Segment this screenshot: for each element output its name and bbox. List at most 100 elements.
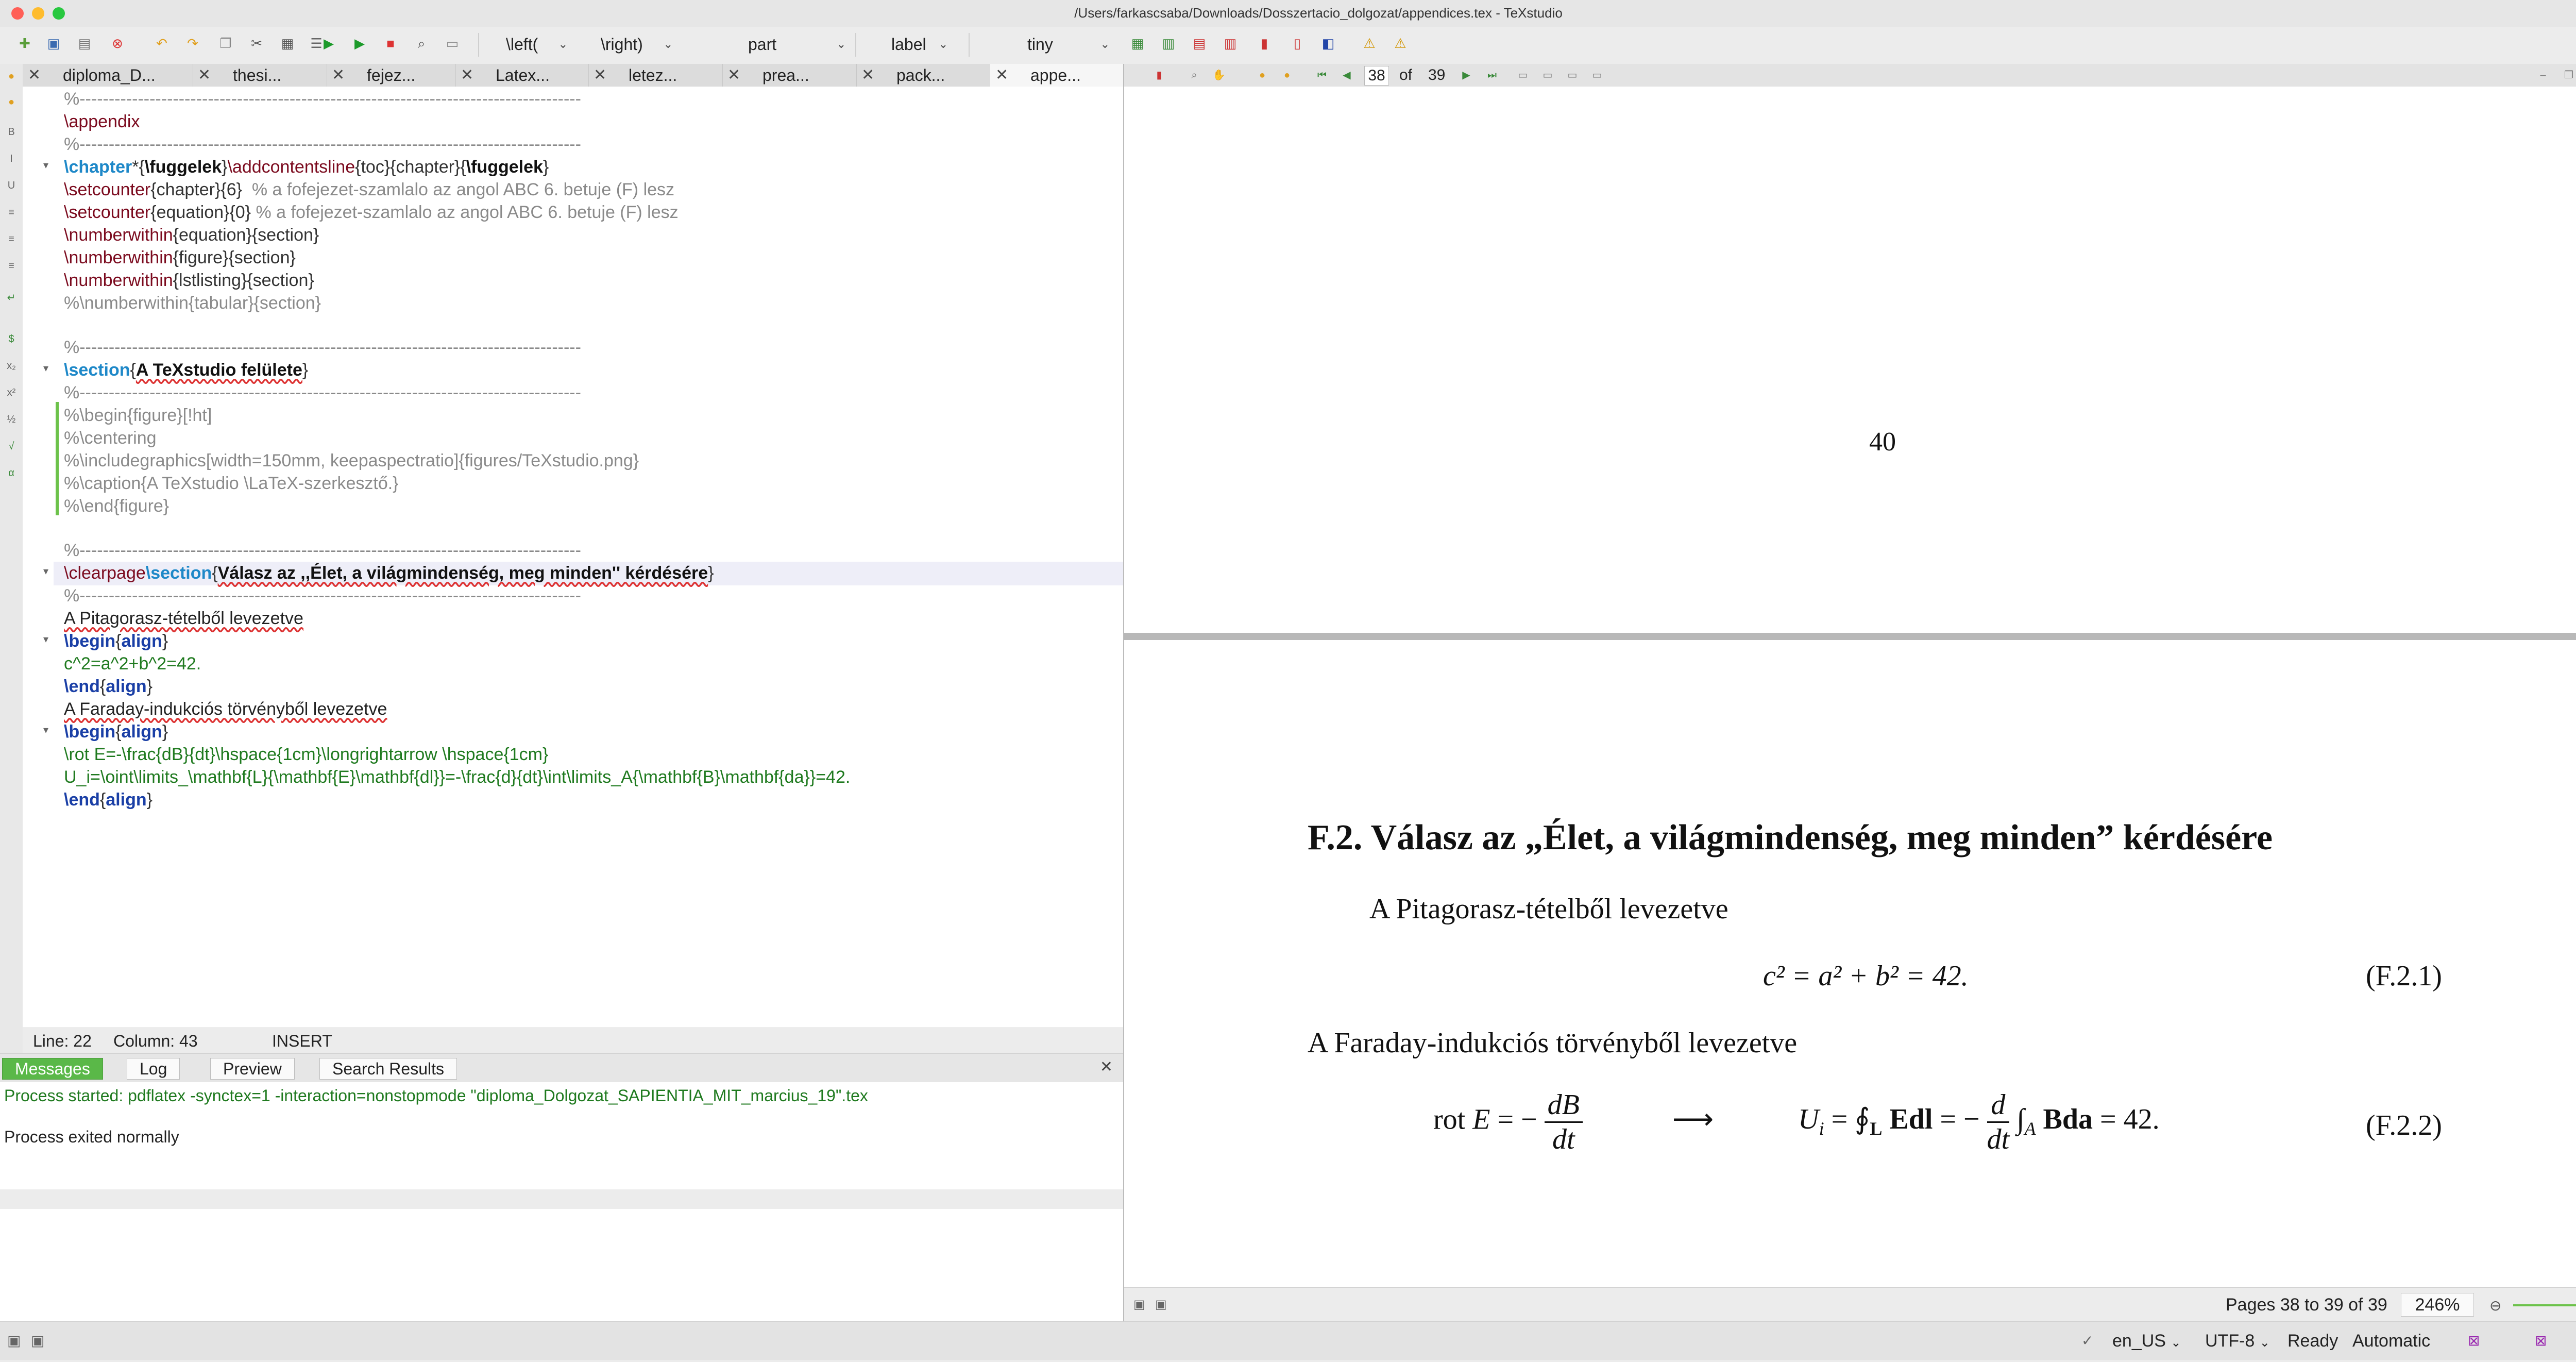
close-tab-icon[interactable]: ✕ <box>198 64 211 87</box>
remove-row-icon[interactable]: ▤ <box>1190 34 1209 53</box>
close-file-icon[interactable]: ⊗ <box>108 34 127 53</box>
tab-packages[interactable]: ✕ pack... <box>856 64 991 87</box>
spellcheck-icon[interactable]: ✓ <box>2081 1322 2093 1360</box>
align-center-icon[interactable]: ≡ <box>4 232 19 246</box>
fraction-icon[interactable]: ½ <box>4 412 19 427</box>
preview-sync-icon[interactable]: ⊠ <box>2535 1322 2547 1360</box>
close-tab-icon[interactable]: ✕ <box>461 64 473 87</box>
close-tab-icon[interactable]: ✕ <box>727 64 740 87</box>
math-mode-icon[interactable]: $ <box>4 332 19 346</box>
newline-icon[interactable]: ↵ <box>4 291 19 305</box>
code-editor[interactable]: %---------------------------------------… <box>23 87 1123 1028</box>
tab-preamble[interactable]: ✕ prea... <box>722 64 857 87</box>
fold-arrow-icon[interactable]: ▾ <box>43 633 54 646</box>
align-right-icon[interactable]: ≡ <box>4 259 19 273</box>
sync-back-icon[interactable]: ▣ <box>1155 1297 1167 1312</box>
tab-log[interactable]: Log <box>127 1058 180 1080</box>
fold-arrow-icon[interactable]: ▾ <box>43 362 54 375</box>
tab-messages[interactable]: Messages <box>2 1058 103 1080</box>
first-page-icon[interactable]: ⏮ <box>1315 68 1329 82</box>
remove-column-icon[interactable]: ▥ <box>1221 34 1240 53</box>
next-page-icon[interactable]: ▶ <box>1459 68 1473 82</box>
italic-icon[interactable]: I <box>4 152 19 166</box>
pdf-sync-icon[interactable]: ⊠ <box>2468 1322 2480 1360</box>
forward-icon[interactable]: ● <box>1280 68 1294 82</box>
label-combo[interactable]: label ⌄ <box>891 33 948 56</box>
new-file-icon[interactable]: ✚ <box>15 34 34 53</box>
stop-icon[interactable]: ■ <box>381 34 400 53</box>
sync-icon[interactable]: ▣ <box>1133 1297 1145 1312</box>
copy-icon[interactable]: ❐ <box>216 34 235 53</box>
build-view-icon[interactable]: ▶ <box>319 34 338 53</box>
tab-search-results[interactable]: Search Results <box>319 1058 457 1080</box>
log-icon[interactable]: ▭ <box>443 34 462 53</box>
split-icon[interactable]: ▮ <box>1255 34 1274 53</box>
warning-next-icon[interactable]: ⚠ <box>1391 34 1410 53</box>
close-tab-icon[interactable]: ✕ <box>332 64 345 87</box>
cursor-line: Line: 22 <box>33 1032 92 1050</box>
superscript-icon[interactable]: x² <box>4 385 19 400</box>
structure-icon[interactable]: ● <box>4 69 19 83</box>
restore-icon[interactable]: ❐ <box>2562 68 2576 82</box>
back-icon[interactable]: ● <box>1255 68 1269 82</box>
root-icon[interactable]: √ <box>4 439 19 453</box>
redo-icon[interactable]: ↷ <box>183 34 202 53</box>
left-delimiter-combo[interactable]: \left(⌄ <box>506 33 568 56</box>
undo-icon[interactable]: ↶ <box>152 34 171 53</box>
close-tab-icon[interactable]: ✕ <box>995 64 1008 87</box>
view-icon[interactable]: ⌕ <box>412 34 431 53</box>
previous-page-icon[interactable]: ◀ <box>1340 68 1354 82</box>
compile-icon[interactable]: ▶ <box>350 34 369 53</box>
zoom-icon[interactable]: ⌕ <box>1187 68 1201 82</box>
close-tab-icon[interactable]: ✕ <box>594 64 606 87</box>
subscript-icon[interactable]: x₂ <box>4 359 19 373</box>
zoom-level[interactable]: 246% <box>2401 1293 2474 1317</box>
bookmark-icon[interactable]: ● <box>4 95 19 109</box>
continuous-icon[interactable]: ▭ <box>1540 68 1555 82</box>
font-size-combo[interactable]: tiny ⌄ <box>1027 33 1110 56</box>
warning-icon[interactable]: ⚠ <box>1360 34 1379 53</box>
bold-icon[interactable]: B <box>4 125 19 139</box>
zoom-out-icon[interactable]: ⊖ <box>2489 1297 2501 1314</box>
close-icon[interactable]: ✕ <box>1100 1058 1113 1076</box>
fold-arrow-icon[interactable]: ▾ <box>43 159 54 172</box>
add-column-icon[interactable]: ▥ <box>1159 34 1178 53</box>
save-all-icon[interactable]: ▤ <box>75 34 94 53</box>
language-selector[interactable]: en_US ⌄ <box>2112 1322 2181 1360</box>
merge-icon[interactable]: ▯ <box>1288 34 1307 53</box>
align-left-icon[interactable]: ≡ <box>4 205 19 220</box>
encoding-selector[interactable]: UTF-8 ⌄ <box>2205 1322 2270 1360</box>
symbol-icon[interactable]: α <box>4 466 19 480</box>
table-icon[interactable]: ▦ <box>1128 34 1147 53</box>
tab-fejezet[interactable]: ✕ fejez... <box>327 64 456 87</box>
close-tab-icon[interactable]: ✕ <box>28 64 41 87</box>
tab-latex[interactable]: ✕ Latex... <box>455 64 589 87</box>
tab-letez[interactable]: ✕ letez... <box>588 64 723 87</box>
bookmark-icon[interactable]: ▮ <box>1152 68 1166 82</box>
fit-page-icon[interactable]: ▭ <box>1590 68 1604 82</box>
tab-thesis[interactable]: ✕ thesi... <box>193 64 327 87</box>
last-page-icon[interactable]: ⏭ <box>1485 68 1499 82</box>
sectioning-combo[interactable]: part ⌄ <box>748 33 846 56</box>
right-delimiter-combo[interactable]: \right) ⌄ <box>601 33 673 56</box>
fit-width-icon[interactable]: ▭ <box>1565 68 1580 82</box>
toggle-structure-icon[interactable]: ▣ <box>7 1322 21 1360</box>
fold-arrow-icon[interactable]: ▾ <box>43 565 54 578</box>
zoom-slider[interactable] <box>2513 1304 2576 1306</box>
underline-icon[interactable]: U <box>4 178 19 193</box>
page-number-input[interactable]: 38 <box>1364 66 1389 86</box>
close-tab-icon[interactable]: ✕ <box>861 64 874 87</box>
align-icon[interactable]: ◧ <box>1319 34 1337 53</box>
tab-appendices[interactable]: ✕ appe... <box>990 64 1124 87</box>
fold-arrow-icon[interactable]: ▾ <box>43 724 54 736</box>
tab-preview[interactable]: Preview <box>210 1058 295 1080</box>
pdf-viewer[interactable]: 40 F.2. Válasz az „Élet, a világmindensé… <box>1124 87 2576 1287</box>
cut-icon[interactable]: ✂ <box>247 34 266 53</box>
paste-icon[interactable]: ▦ <box>278 34 297 53</box>
toggle-messages-icon[interactable]: ▣ <box>31 1322 44 1360</box>
tab-diploma[interactable]: ✕ diploma_D... <box>23 64 193 87</box>
hand-icon[interactable]: ✋ <box>1212 68 1226 82</box>
save-icon[interactable]: ▣ <box>44 34 63 53</box>
single-page-icon[interactable]: ▭ <box>1516 68 1530 82</box>
minimize-icon[interactable]: – <box>2536 68 2550 82</box>
